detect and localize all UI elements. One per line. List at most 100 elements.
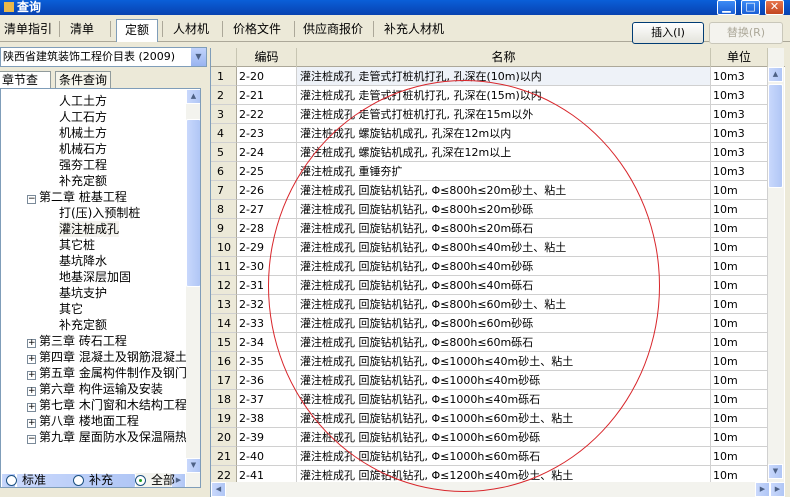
row-number[interactable]: 19: [211, 409, 237, 428]
tab-list-guide[interactable]: 清单指引: [0, 19, 60, 41]
cell-name[interactable]: 灌注桩成孔 回旋钻机钻孔, Φ≤800h≤20m砂砾: [297, 200, 711, 219]
row-number[interactable]: 1: [211, 67, 237, 86]
cell-unit[interactable]: 10m: [711, 276, 768, 295]
cell-code[interactable]: 2-28: [237, 219, 297, 238]
expand-icon[interactable]: +: [27, 387, 36, 396]
row-number[interactable]: 13: [211, 295, 237, 314]
cell-unit[interactable]: 10m: [711, 371, 768, 390]
cell-name[interactable]: 灌注桩成孔 回旋钻机钻孔, Φ≤800h≤60m砂土、粘土: [297, 295, 711, 314]
row-number[interactable]: 18: [211, 390, 237, 409]
cell-code[interactable]: 2-31: [237, 276, 297, 295]
table-row[interactable]: 13 2-32 灌注桩成孔 回旋钻机钻孔, Φ≤800h≤60m砂土、粘土 10m: [211, 295, 768, 314]
cell-code[interactable]: 2-24: [237, 143, 297, 162]
tab-chapter-query[interactable]: 章节查询: [0, 71, 51, 103]
tab-quota[interactable]: 定额: [116, 19, 159, 42]
price-list-select[interactable]: 陕西省建筑装饰工程价目表 (2009) ▼: [0, 47, 207, 67]
cell-unit[interactable]: 10m: [711, 352, 768, 371]
table-row[interactable]: 3 2-22 灌注桩成孔 走管式打桩机打孔, 孔深在15m以外 10m3: [211, 105, 768, 124]
cell-name[interactable]: 灌注桩成孔 回旋钻机钻孔, Φ≤800h≤40m砂砾: [297, 257, 711, 276]
expand-icon[interactable]: +: [27, 419, 36, 428]
tree-item[interactable]: 其它桩: [59, 237, 95, 253]
scroll-up-icon[interactable]: ▲: [186, 89, 200, 104]
cell-code[interactable]: 2-37: [237, 390, 297, 409]
row-number[interactable]: 15: [211, 333, 237, 352]
tree-chapter-3[interactable]: + 第三章 砖石工程: [27, 333, 127, 349]
scroll-up-icon[interactable]: ▲: [768, 67, 783, 82]
cell-name[interactable]: 灌注桩成孔 回旋钻机钻孔, Φ≤1000h≤40m砾石: [297, 390, 711, 409]
cell-unit[interactable]: 10m: [711, 200, 768, 219]
table-row[interactable]: 7 2-26 灌注桩成孔 回旋钻机钻孔, Φ≤800h≤20m砂土、粘土 10m: [211, 181, 768, 200]
chevron-down-icon[interactable]: ▼: [190, 48, 206, 66]
tab-labor-material-machine[interactable]: 人材机: [165, 19, 217, 41]
grid-vertical-scrollbar[interactable]: ▲ ▼: [768, 48, 784, 482]
row-number[interactable]: 9: [211, 219, 237, 238]
cell-name[interactable]: 灌注桩成孔 回旋钻机钻孔, Φ≤800h≤40m砾石: [297, 276, 711, 295]
table-row[interactable]: 6 2-25 灌注桩成孔 重锤夯扩 10m3: [211, 162, 768, 181]
tree-item[interactable]: 机械土方: [59, 125, 107, 141]
tree-item[interactable]: 人工土方: [59, 93, 107, 109]
tree-chapter-2[interactable]: − 第二章 桩基工程: [27, 189, 127, 205]
tree-chapter-7[interactable]: + 第七章 木门窗和木结构工程: [27, 397, 187, 413]
cell-code[interactable]: 2-39: [237, 428, 297, 447]
row-number[interactable]: 8: [211, 200, 237, 219]
cell-unit[interactable]: 10m: [711, 219, 768, 238]
scroll-right-end-icon[interactable]: ▶: [770, 482, 785, 497]
row-number[interactable]: 5: [211, 143, 237, 162]
tab-list[interactable]: 清单: [62, 19, 102, 41]
row-number[interactable]: 16: [211, 352, 237, 371]
tree-item[interactable]: 补充定额: [59, 173, 107, 189]
table-row[interactable]: 2 2-21 灌注桩成孔 走管式打桩机打孔, 孔深在(15m)以内 10m3: [211, 86, 768, 105]
tree-chapter-6[interactable]: + 第六章 构件运输及安装: [27, 381, 163, 397]
table-row[interactable]: 1 2-20 灌注桩成孔 走管式打桩机打孔, 孔深在(10m)以内 10m3: [211, 67, 768, 86]
row-number[interactable]: 17: [211, 371, 237, 390]
row-number[interactable]: 6: [211, 162, 237, 181]
scroll-left-icon[interactable]: ◀: [211, 482, 226, 497]
tab-condition-query[interactable]: 条件查询: [55, 71, 111, 88]
cell-code[interactable]: 2-32: [237, 295, 297, 314]
row-number[interactable]: 7: [211, 181, 237, 200]
cell-name[interactable]: 灌注桩成孔 螺旋钻机成孔, 孔深在12m以上: [297, 143, 711, 162]
cell-name[interactable]: 灌注桩成孔 走管式打桩机打孔, 孔深在(10m)以内: [297, 67, 711, 86]
cell-unit[interactable]: 10m: [711, 428, 768, 447]
tree-chapter-5[interactable]: + 第五章 金属构件制作及钢门: [27, 365, 187, 381]
tree-item[interactable]: 机械石方: [59, 141, 107, 157]
row-number[interactable]: 11: [211, 257, 237, 276]
radio-circle[interactable]: [6, 475, 17, 486]
table-row[interactable]: 12 2-31 灌注桩成孔 回旋钻机钻孔, Φ≤800h≤40m砾石 10m: [211, 276, 768, 295]
table-row[interactable]: 10 2-29 灌注桩成孔 回旋钻机钻孔, Φ≤800h≤40m砂土、粘土 10m: [211, 238, 768, 257]
tab-price-file[interactable]: 价格文件: [225, 19, 289, 41]
cell-code[interactable]: 2-36: [237, 371, 297, 390]
cell-unit[interactable]: 10m3: [711, 67, 768, 86]
radio-all[interactable]: 全部: [135, 471, 175, 488]
radio-standard[interactable]: 标准: [6, 471, 46, 488]
table-row[interactable]: 21 2-40 灌注桩成孔 回旋钻机钻孔, Φ≤1000h≤60m砾石 10m: [211, 447, 768, 466]
scroll-thumb[interactable]: [186, 119, 200, 287]
table-row[interactable]: 8 2-27 灌注桩成孔 回旋钻机钻孔, Φ≤800h≤20m砂砾 10m: [211, 200, 768, 219]
tree-item[interactable]: 人工石方: [59, 109, 107, 125]
row-number[interactable]: 4: [211, 124, 237, 143]
tree-item[interactable]: 其它: [59, 301, 83, 317]
cell-name[interactable]: 灌注桩成孔 回旋钻机钻孔, Φ≤800h≤20m砾石: [297, 219, 711, 238]
tree-chapter-8[interactable]: + 第八章 楼地面工程: [27, 413, 139, 429]
tab-supplier-quote[interactable]: 供应商报价: [295, 19, 371, 41]
cell-code[interactable]: 2-27: [237, 200, 297, 219]
expand-icon[interactable]: +: [27, 403, 36, 412]
table-row[interactable]: 5 2-24 灌注桩成孔 螺旋钻机成孔, 孔深在12m以上 10m3: [211, 143, 768, 162]
cell-code[interactable]: 2-23: [237, 124, 297, 143]
radio-circle-checked[interactable]: [135, 475, 146, 486]
row-number[interactable]: 10: [211, 238, 237, 257]
collapse-icon[interactable]: −: [27, 195, 36, 204]
radio-circle[interactable]: [73, 475, 84, 486]
cell-code[interactable]: 2-21: [237, 86, 297, 105]
scroll-down-icon[interactable]: ▼: [768, 464, 783, 479]
maximize-button[interactable]: □: [741, 0, 760, 15]
cell-unit[interactable]: 10m: [711, 333, 768, 352]
cell-code[interactable]: 2-26: [237, 181, 297, 200]
cell-code[interactable]: 2-38: [237, 409, 297, 428]
cell-name[interactable]: 灌注桩成孔 回旋钻机钻孔, Φ≤1000h≤60m砂砾: [297, 428, 711, 447]
tree-item-selected[interactable]: 灌注桩成孔: [59, 221, 120, 237]
cell-unit[interactable]: 10m: [711, 181, 768, 200]
table-row[interactable]: 9 2-28 灌注桩成孔 回旋钻机钻孔, Φ≤800h≤20m砾石 10m: [211, 219, 768, 238]
cell-name[interactable]: 灌注桩成孔 回旋钻机钻孔, Φ≤800h≤60m砂砾: [297, 314, 711, 333]
row-number[interactable]: 3: [211, 105, 237, 124]
